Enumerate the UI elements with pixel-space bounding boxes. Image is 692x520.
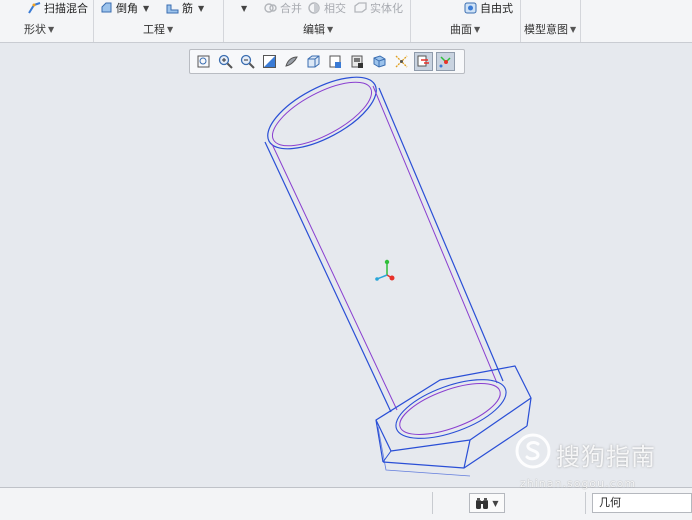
rib-label: 筋 <box>182 1 193 15</box>
intersect-button[interactable]: 相交 <box>308 0 346 16</box>
saved-orientations-icon[interactable] <box>304 52 323 71</box>
cylinder-edge-left <box>264 141 392 413</box>
coordinate-triad <box>375 259 395 281</box>
freestyle-label: 自由式 <box>480 1 513 15</box>
sweep-blend-icon <box>28 2 41 14</box>
cylinder-inner-left <box>271 143 398 411</box>
perspective-icon[interactable] <box>348 52 367 71</box>
ribbon: 扫描混合 形状 ▼ 倒角 ▼ 筋 ▼ 工程 ▼ ▼ 合并 相交 实体化 编辑 ▼… <box>0 0 692 43</box>
group-engineering-label[interactable]: 工程 ▼ <box>143 23 173 37</box>
group-surfaces-label[interactable]: 曲面 ▼ <box>450 23 480 37</box>
chevron-down-icon: ▼ <box>492 498 499 508</box>
chamfer-label: 倒角 <box>116 1 138 15</box>
section-icon[interactable] <box>370 52 389 71</box>
group-model-intent: 模型意图 ▼ <box>520 0 581 42</box>
rib-button[interactable]: 筋 ▼ <box>166 0 204 16</box>
freestyle-button[interactable]: 自由式 <box>464 0 513 16</box>
chevron-down-icon: ▼ <box>241 3 248 13</box>
selection-filter-dropdown[interactable]: 几何 <box>592 493 692 513</box>
chevron-down-icon: ▼ <box>327 25 334 34</box>
cylinder-inner-right <box>372 85 498 384</box>
view-manager-icon[interactable] <box>326 52 345 71</box>
hex-nut-side-3 <box>463 439 471 469</box>
chevron-down-icon: ▼ <box>474 25 481 34</box>
chevron-down-icon: ▼ <box>143 3 150 13</box>
hex-nut-bore-inner <box>399 383 501 435</box>
annotation-display-icon[interactable] <box>436 52 455 71</box>
watermark-url: zhinan.sogou.com <box>520 477 637 490</box>
status-bar: ▼ 几何 <box>0 487 692 520</box>
merge-icon <box>264 3 277 13</box>
edit-more-dropdown[interactable]: ▼ <box>239 0 247 16</box>
repaint-icon[interactable] <box>260 52 279 71</box>
sogou-logo-icon <box>515 433 551 469</box>
group-engineering: 倒角 ▼ 筋 ▼ 工程 ▼ <box>93 0 224 42</box>
model-wireframe[interactable] <box>257 63 532 477</box>
find-button[interactable]: ▼ <box>469 493 505 513</box>
solidify-icon <box>354 2 367 13</box>
group-editing: ▼ 合并 相交 实体化 编辑 ▼ <box>223 0 411 42</box>
group-editing-label[interactable]: 编辑 ▼ <box>303 23 333 37</box>
group-surfaces: 自由式 曲面 ▼ <box>410 0 521 42</box>
intersect-label: 相交 <box>324 1 346 15</box>
rib-icon <box>166 4 179 14</box>
hex-nut-side-4 <box>526 397 532 427</box>
chevron-down-icon: ▼ <box>48 25 55 34</box>
merge-label: 合并 <box>280 1 302 15</box>
sweep-blend-label: 扫描混合 <box>44 1 88 15</box>
status-divider <box>585 492 586 514</box>
refit-icon[interactable] <box>194 52 213 71</box>
watermark-text: 搜狗指南 <box>556 443 656 471</box>
cylinder-top-outer <box>267 76 377 150</box>
display-style-icon[interactable] <box>282 52 301 71</box>
solidify-label: 实体化 <box>370 1 403 15</box>
spin-center-icon[interactable] <box>414 52 433 71</box>
solidify-button[interactable]: 实体化 <box>354 0 403 16</box>
chevron-down-icon: ▼ <box>570 25 577 34</box>
selection-filter-value: 几何 <box>599 496 621 509</box>
merge-button[interactable]: 合并 <box>264 0 302 16</box>
cylinder-edge-right <box>378 87 504 382</box>
intersect-icon <box>308 2 320 14</box>
group-model-intent-label[interactable]: 模型意图 ▼ <box>524 23 576 37</box>
zoom-in-icon[interactable] <box>216 52 235 71</box>
hex-nut-bore-outer <box>395 379 507 439</box>
zoom-out-icon[interactable] <box>238 52 257 71</box>
binoculars-icon <box>476 497 489 509</box>
sweep-blend-button[interactable]: 扫描混合 <box>28 0 88 16</box>
graphics-window[interactable] <box>0 43 692 487</box>
freestyle-icon <box>464 2 477 14</box>
view-toolbar <box>189 49 465 74</box>
chevron-down-icon: ▼ <box>198 3 205 13</box>
chamfer-icon <box>101 2 112 13</box>
group-shape-label[interactable]: 形状 ▼ <box>24 23 54 37</box>
group-shape: 扫描混合 形状 ▼ <box>0 0 94 42</box>
status-divider <box>432 492 433 514</box>
chevron-down-icon: ▼ <box>167 25 174 34</box>
datum-display-icon[interactable] <box>392 52 411 71</box>
chamfer-button[interactable]: 倒角 ▼ <box>100 0 149 16</box>
